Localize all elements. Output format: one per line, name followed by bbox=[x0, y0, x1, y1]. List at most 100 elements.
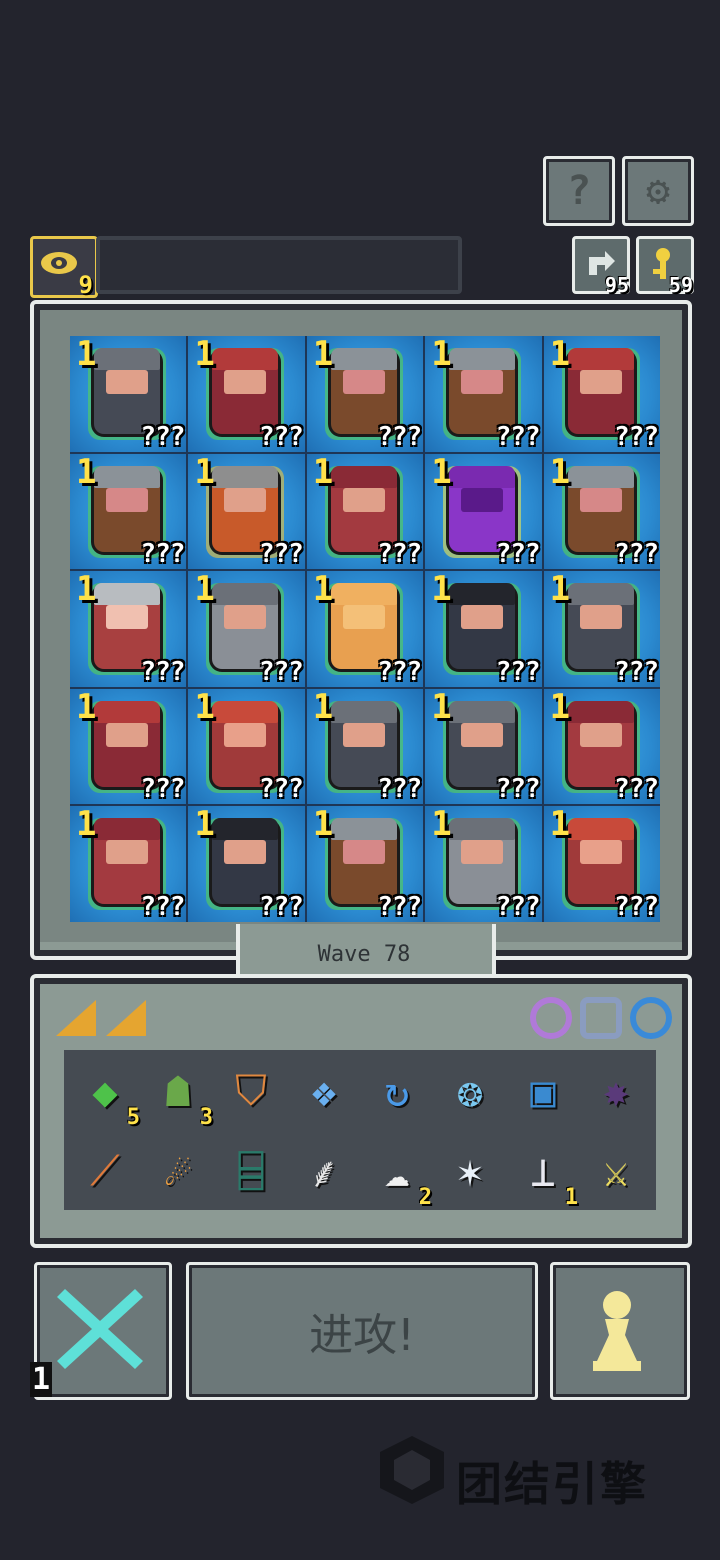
hero-face bbox=[106, 605, 148, 630]
hero-cell[interactable]: 1??? bbox=[188, 806, 305, 922]
hero-face bbox=[224, 840, 267, 865]
speed-arrow-icon[interactable] bbox=[106, 1000, 146, 1036]
hero-cell[interactable]: 1??? bbox=[188, 336, 305, 452]
inventory-item[interactable]: ❖ bbox=[293, 1060, 355, 1122]
hero-cell[interactable]: 1??? bbox=[188, 571, 305, 687]
green-gem-icon: ◆ bbox=[92, 1066, 118, 1116]
inventory-item[interactable]: ❂ bbox=[439, 1060, 501, 1122]
inventory-item[interactable]: ⊥ 1 bbox=[512, 1140, 578, 1211]
hero-cell[interactable]: 1??? bbox=[70, 688, 187, 805]
pawn-icon bbox=[593, 1291, 641, 1371]
portal-icon: ▣ bbox=[530, 1066, 556, 1116]
hero-level: 1 bbox=[76, 806, 97, 845]
hero-cell[interactable]: 1??? bbox=[425, 688, 542, 805]
gear-icon: ⚙ bbox=[645, 168, 671, 214]
hero-cell[interactable]: 1??? bbox=[425, 571, 542, 687]
inventory-item[interactable]: ✶ bbox=[439, 1140, 501, 1202]
hero-label: ??? bbox=[377, 421, 422, 452]
inventory-item[interactable]: ⟋ bbox=[74, 1140, 136, 1202]
settings-button[interactable]: ⚙ bbox=[622, 156, 694, 226]
attack-button[interactable]: 进攻! bbox=[186, 1262, 538, 1400]
hero-face bbox=[224, 370, 267, 394]
hero-cell[interactable]: 1??? bbox=[306, 571, 424, 687]
hero-cell[interactable]: 1??? bbox=[188, 453, 305, 570]
hero-cell[interactable]: 1??? bbox=[425, 453, 542, 570]
hero-label: ??? bbox=[614, 774, 659, 805]
hero-face bbox=[579, 605, 622, 630]
hero-level: 1 bbox=[194, 688, 215, 727]
inventory-item[interactable]: ▣ bbox=[512, 1060, 574, 1122]
hero-cell[interactable]: 1??? bbox=[543, 453, 660, 570]
hero-cell[interactable]: 1??? bbox=[70, 336, 187, 452]
hero-cell[interactable]: 1??? bbox=[306, 453, 424, 570]
ice-orb-icon: ❂ bbox=[457, 1066, 483, 1116]
inventory-item[interactable]: ☄ bbox=[147, 1140, 209, 1202]
question-mark-icon: ? bbox=[566, 168, 592, 214]
inventory-item[interactable]: ⌸ bbox=[220, 1140, 282, 1202]
archer-icon: ☗ bbox=[165, 1066, 191, 1116]
gold-indicator: 9 bbox=[30, 236, 98, 299]
gear-shield-icon[interactable] bbox=[580, 997, 622, 1039]
hero-label: ??? bbox=[258, 774, 304, 805]
unit-button[interactable] bbox=[550, 1262, 690, 1400]
recycle-resource[interactable]: 95 bbox=[572, 236, 630, 297]
hero-cell[interactable]: 1??? bbox=[306, 806, 424, 922]
hero-level: 1 bbox=[194, 571, 215, 610]
hero-cell[interactable]: 1??? bbox=[306, 336, 424, 452]
inventory-item[interactable]: ☁ 2 bbox=[366, 1140, 432, 1211]
key-resource[interactable]: 59 bbox=[636, 236, 694, 297]
hero-cell[interactable]: 1??? bbox=[543, 688, 660, 805]
hero-cell[interactable]: 1??? bbox=[70, 571, 187, 687]
hero-face bbox=[106, 370, 148, 394]
inventory-item[interactable]: ✸ bbox=[585, 1060, 647, 1122]
inventory-item[interactable]: ⸙ bbox=[293, 1140, 355, 1202]
cross-icon bbox=[57, 1289, 143, 1369]
hero-cell[interactable]: 1??? bbox=[425, 336, 542, 452]
hero-label: ??? bbox=[377, 774, 422, 805]
speed-arrow-icon[interactable] bbox=[56, 1000, 96, 1036]
hero-hat bbox=[449, 583, 516, 606]
inventory-item[interactable]: ⛉ bbox=[220, 1060, 282, 1122]
hero-hat bbox=[212, 818, 279, 841]
hero-cell[interactable]: 1??? bbox=[188, 688, 305, 805]
hero-label: ??? bbox=[495, 539, 541, 570]
cancel-button[interactable] bbox=[34, 1262, 172, 1400]
hero-hat bbox=[212, 465, 279, 488]
hero-level: 1 bbox=[194, 336, 215, 374]
hero-hat bbox=[330, 818, 397, 841]
hero-hat bbox=[567, 700, 634, 723]
fireball-icon: ☄ bbox=[165, 1146, 191, 1196]
hero-cell[interactable]: 1??? bbox=[543, 571, 660, 687]
hero-label: ??? bbox=[614, 539, 659, 570]
hero-face bbox=[342, 605, 385, 630]
hero-cell[interactable]: 1??? bbox=[306, 688, 424, 805]
help-button[interactable]: ? bbox=[543, 156, 615, 226]
hero-cell[interactable]: 1??? bbox=[425, 806, 542, 922]
hero-face bbox=[342, 370, 385, 394]
hero-face bbox=[461, 605, 504, 630]
hero-face bbox=[579, 487, 622, 512]
inventory-item[interactable]: ☗ 3 bbox=[147, 1060, 213, 1131]
hero-label: ??? bbox=[614, 891, 659, 922]
inventory-item[interactable]: ◆ 5 bbox=[74, 1060, 140, 1131]
hero-face bbox=[106, 840, 148, 865]
hero-label: ??? bbox=[614, 656, 659, 687]
inventory-item[interactable]: ⚔ bbox=[585, 1140, 647, 1202]
hero-face bbox=[461, 487, 504, 512]
hero-cell[interactable]: 1??? bbox=[70, 453, 187, 570]
hero-hat bbox=[330, 465, 397, 488]
hero-face bbox=[224, 722, 267, 747]
hero-label: ??? bbox=[377, 539, 422, 570]
inventory-item[interactable]: ↻ bbox=[366, 1060, 428, 1122]
hero-cell[interactable]: 1??? bbox=[543, 806, 660, 922]
speed-tabs bbox=[44, 988, 204, 1046]
blue-ring-icon[interactable] bbox=[630, 997, 672, 1039]
hero-hat bbox=[212, 700, 279, 723]
hero-hat bbox=[330, 700, 397, 723]
hero-cell[interactable]: 1??? bbox=[543, 336, 660, 452]
hero-hat bbox=[449, 348, 516, 370]
hero-cell[interactable]: 1??? bbox=[70, 806, 187, 922]
hero-label: ??? bbox=[495, 421, 541, 452]
cancel-count: 1 bbox=[30, 1362, 53, 1397]
purple-ring-icon[interactable] bbox=[530, 997, 572, 1039]
